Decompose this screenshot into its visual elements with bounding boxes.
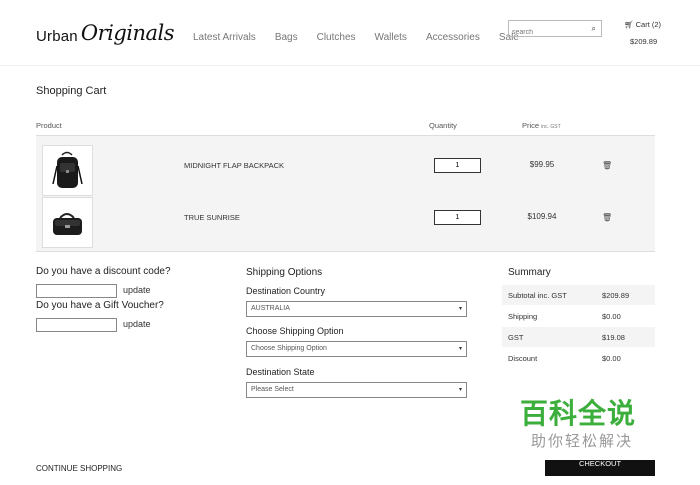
caret-down-icon: ▾: [458, 346, 462, 352]
item-price: $99.95: [529, 160, 555, 169]
cart-label: Cart (2): [635, 20, 662, 29]
voucher-update-link[interactable]: update: [123, 319, 151, 329]
summary-value: $0.00: [602, 312, 621, 321]
continue-shopping-link[interactable]: CONTINUE SHOPPING: [36, 464, 122, 473]
cart-items: MIDNIGHT FLAP BACKPACK $99.95 🗑︎ TRUE SU…: [36, 135, 655, 252]
checkout-button[interactable]: CHECKOUT: [545, 460, 655, 476]
destination-country-label: Destination Country: [246, 286, 326, 296]
cart-link[interactable]: 🛒︎ Cart (2): [624, 20, 661, 29]
cart-total: $209.89: [630, 37, 658, 46]
summary-row-subtotal: Subtotal inc. GST $209.89: [502, 285, 655, 305]
shipping-option-label: Choose Shipping Option: [246, 326, 344, 336]
summary-label: Shipping: [508, 312, 538, 321]
cart-row: TRUE SUNRISE $109.94 🗑︎: [36, 196, 655, 248]
summary-value: $209.89: [602, 291, 630, 300]
trash-icon[interactable]: 🗑︎: [602, 161, 612, 170]
discount-label: Do you have a discount code?: [36, 266, 171, 277]
product-image-backpack[interactable]: [42, 145, 93, 196]
logo-word: Urban: [36, 28, 78, 45]
quantity-input[interactable]: [434, 210, 481, 225]
trash-icon[interactable]: 🗑︎: [602, 213, 612, 222]
shipping-title: Shipping Options: [246, 267, 323, 278]
caret-down-icon: ▾: [458, 306, 462, 312]
price-header-label: Price: [522, 121, 540, 130]
page-title: Shopping Cart: [36, 85, 107, 97]
site-header: Urban Originals Latest Arrivals Bags Clu…: [0, 0, 700, 66]
quantity-input[interactable]: [434, 158, 481, 173]
summary-row-discount: Discount $0.00: [502, 348, 655, 368]
summary-title: Summary: [508, 267, 551, 278]
column-header-product: Product: [36, 121, 62, 130]
product-image-bag[interactable]: [42, 197, 93, 248]
destination-state-select[interactable]: Please Select ▾: [246, 382, 467, 398]
destination-country-value: AUSTRALIA: [251, 305, 290, 312]
shipping-option-value: Choose Shipping Option: [251, 345, 327, 352]
destination-state-label: Destination State: [246, 367, 315, 377]
cart-icon: 🛒︎: [624, 20, 634, 29]
discount-code-input[interactable]: [36, 284, 117, 298]
shipping-option-select[interactable]: Choose Shipping Option ▾: [246, 341, 467, 357]
search-box: ⌕: [508, 20, 602, 40]
caret-down-icon: ▾: [458, 387, 462, 393]
logo-script: Originals: [80, 21, 175, 45]
nav-bags[interactable]: Bags: [275, 32, 298, 43]
price-header-note: inc. GST: [541, 124, 561, 130]
nav-clutches[interactable]: Clutches: [317, 32, 356, 43]
summary-row-shipping: Shipping $0.00: [502, 306, 655, 326]
nav-accessories[interactable]: Accessories: [426, 32, 480, 43]
summary-label: GST: [508, 333, 524, 342]
watermark-main: 百科全说: [520, 397, 637, 430]
voucher-input[interactable]: [36, 318, 117, 332]
voucher-label: Do you have a Gift Voucher?: [36, 300, 164, 311]
product-name[interactable]: MIDNIGHT FLAP BACKPACK: [184, 161, 284, 170]
cart-row: MIDNIGHT FLAP BACKPACK $99.95 🗑︎: [36, 144, 655, 196]
discount-update-link[interactable]: update: [123, 285, 151, 295]
item-price: $109.94: [527, 212, 557, 221]
summary-label: Subtotal inc. GST: [508, 291, 567, 300]
destination-state-value: Please Select: [251, 386, 294, 393]
nav-wallets[interactable]: Wallets: [375, 32, 407, 43]
nav-latest-arrivals[interactable]: Latest Arrivals: [193, 32, 256, 43]
summary-value: $19.08: [602, 333, 625, 342]
watermark-sub: 助你轻松解决: [531, 432, 634, 450]
summary-row-gst: GST $19.08: [502, 327, 655, 347]
column-header-quantity: Quantity: [429, 121, 457, 130]
search-input[interactable]: [509, 25, 587, 40]
summary-value: $0.00: [602, 354, 621, 363]
column-header-price: Price inc. GST: [522, 121, 561, 130]
destination-country-select[interactable]: AUSTRALIA ▾: [246, 301, 467, 317]
main-nav: Latest Arrivals Bags Clutches Wallets Ac…: [193, 32, 538, 43]
summary-label: Discount: [508, 354, 538, 363]
brand-logo[interactable]: Urban Originals: [36, 13, 175, 45]
product-name[interactable]: TRUE SUNRISE: [184, 213, 240, 222]
search-icon[interactable]: ⌕: [592, 24, 596, 34]
